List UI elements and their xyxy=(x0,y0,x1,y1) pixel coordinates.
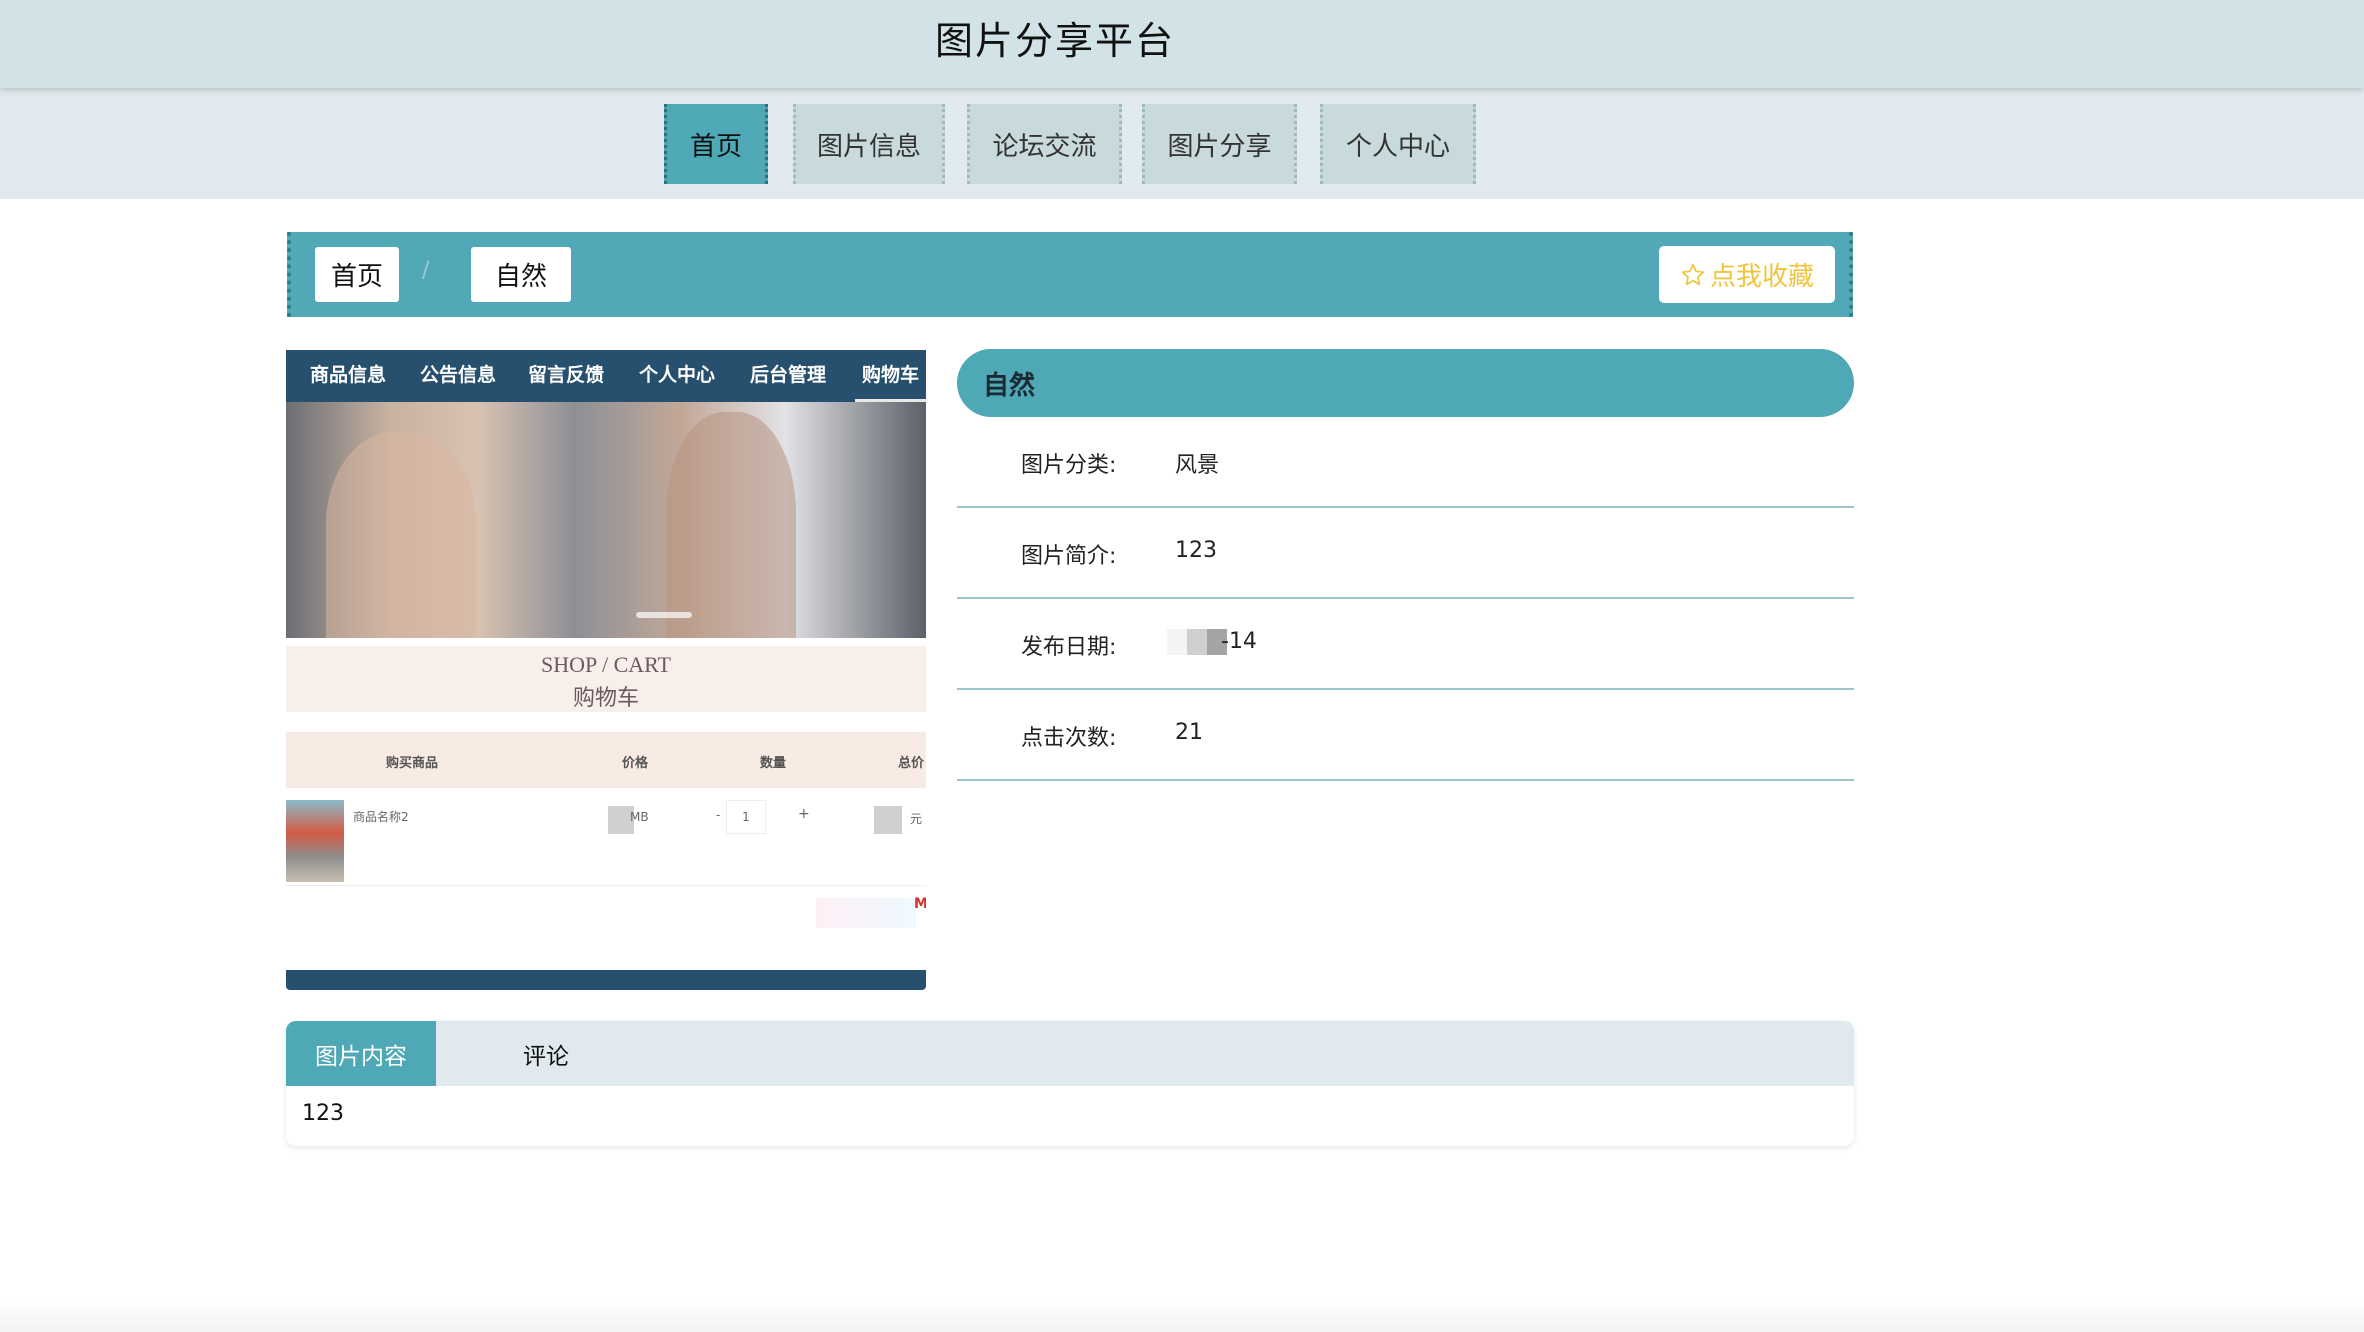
preview-col-header: 数量 xyxy=(760,756,787,771)
preview-footer-mark: M xyxy=(914,896,926,912)
detail-label: 图片分类: xyxy=(1021,453,1117,478)
preview-nav-item: 个人中心 xyxy=(639,364,716,386)
preview-nav-item: 留言反馈 xyxy=(528,364,605,386)
preview-col-header: 购买商品 xyxy=(386,756,439,771)
preview-total-suffix: 元 xyxy=(910,812,923,826)
preview-col-header: 价格 xyxy=(622,756,649,771)
nav-item-personal-center[interactable]: 个人中心 xyxy=(1320,104,1476,184)
breadcrumb-current[interactable]: 自然 xyxy=(471,247,571,302)
favorite-label: 点我收藏 xyxy=(1709,262,1814,292)
preview-product-name: 商品名称2 xyxy=(353,810,409,824)
preview-nav-item: 购物车 xyxy=(862,364,920,386)
preview-nav-item: 后台管理 xyxy=(750,364,827,386)
tabs-header: 图片内容 评论 xyxy=(286,1021,1854,1086)
detail-value: 21 xyxy=(1175,720,1203,745)
detail-row-clicks: 点击次数: 21 xyxy=(957,690,1854,781)
preview-cart-title-en: SHOP / CART xyxy=(541,652,671,677)
content-tabs: 图片内容 评论 123 xyxy=(286,1021,1854,1146)
nav-item-forum[interactable]: 论坛交流 xyxy=(967,104,1122,184)
preview-table-header: 购买商品 价格 数量 总价 xyxy=(286,732,926,788)
preview-nav-item: 商品信息 xyxy=(310,364,387,386)
preview-price-suffix: MB xyxy=(630,810,649,824)
nav-item-image-info[interactable]: 图片信息 xyxy=(793,104,945,184)
preview-col-header: 总价 xyxy=(898,756,925,771)
preview-product-thumb xyxy=(286,800,344,882)
detail-row-intro: 图片简介: 123 xyxy=(957,508,1854,599)
tab-content-text: 123 xyxy=(302,1101,344,1126)
detail-label: 点击次数: xyxy=(1021,726,1117,751)
preview-nav: 商品信息 公告信息 留言反馈 个人中心 后台管理 购物车 xyxy=(286,350,926,402)
preview-slider-dots xyxy=(636,612,692,618)
preview-plus: + xyxy=(798,806,810,822)
tab-image-content[interactable]: 图片内容 xyxy=(286,1021,436,1086)
breadcrumb-separator: / xyxy=(422,258,430,283)
preview-checkout-mask xyxy=(816,898,916,928)
nav-item-home[interactable]: 首页 xyxy=(664,104,768,184)
detail-label: 图片简介: xyxy=(1021,544,1117,569)
preview-total-mask xyxy=(874,806,902,834)
breadcrumb: 首页 / 自然 点我收藏 xyxy=(287,232,1853,317)
preview-banner-figure xyxy=(666,412,796,638)
detail-row-date: 发布日期: -14 xyxy=(957,599,1854,690)
preview-cart-title: SHOP / CART 购物车 xyxy=(286,646,926,712)
preview-quantity: 1 xyxy=(726,800,766,834)
site-title: 图片分享平台 xyxy=(934,19,1175,63)
breadcrumb-home[interactable]: 首页 xyxy=(315,247,399,302)
star-outline-icon xyxy=(1681,263,1705,285)
preview-banner-figure xyxy=(326,432,476,638)
detail-label: 发布日期: xyxy=(1021,635,1117,660)
preview-table-row: 商品名称2 MB - 1 + 元 xyxy=(286,796,926,886)
detail-value: 123 xyxy=(1175,538,1217,563)
detail-value: -14 xyxy=(1221,629,1257,654)
tab-comments[interactable]: 评论 xyxy=(476,1021,616,1086)
detail-value: 风景 xyxy=(1175,453,1220,478)
site-header: 图片分享平台 xyxy=(0,0,2364,88)
detail-row-category: 图片分类: 风景 xyxy=(957,417,1854,508)
page-bottom-edge xyxy=(0,1300,2364,1332)
preview-minus: - xyxy=(716,808,721,822)
detail-title: 自然 xyxy=(957,349,1854,417)
favorite-button[interactable]: 点我收藏 xyxy=(1659,246,1835,303)
preview-nav-item: 公告信息 xyxy=(420,364,497,386)
preview-cart-title-cn: 购物车 xyxy=(572,685,639,710)
preview-footer-bar xyxy=(286,970,926,990)
preview-banner-photo xyxy=(286,402,926,638)
nav-item-image-share[interactable]: 图片分享 xyxy=(1142,104,1297,184)
image-preview: 商品信息 公告信息 留言反馈 个人中心 后台管理 购物车 SHOP / CART… xyxy=(286,350,926,990)
main-nav: 首页 图片信息 论坛交流 图片分享 个人中心 xyxy=(0,88,2364,199)
